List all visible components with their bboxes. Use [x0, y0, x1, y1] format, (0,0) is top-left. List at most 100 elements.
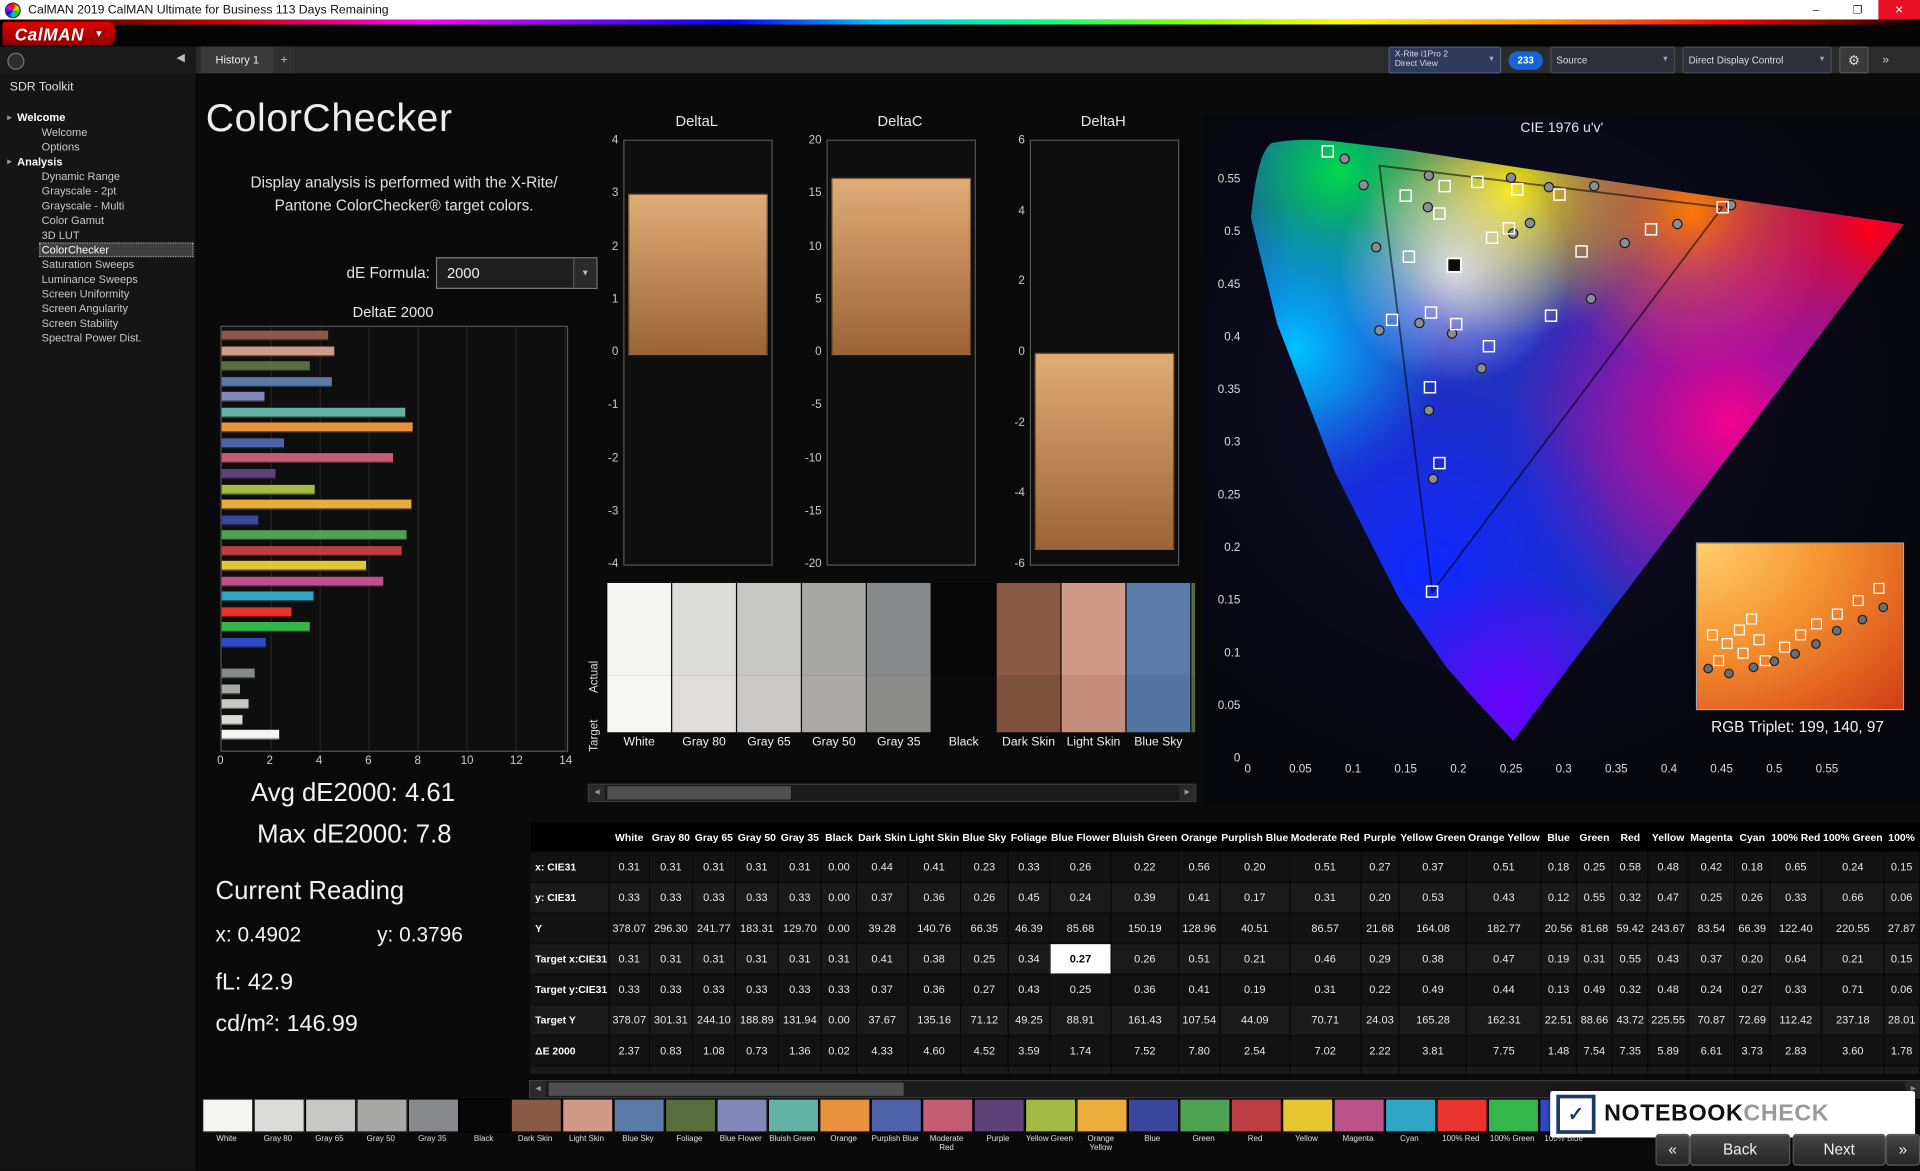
source-dropdown[interactable]: Source ▼: [1550, 46, 1676, 74]
sidebar-collapse-icon[interactable]: ◀: [176, 51, 184, 64]
table-cell[interactable]: 131.94: [777, 1004, 822, 1036]
table-cell[interactable]: 378.07: [608, 912, 650, 945]
table-cell[interactable]: 183.31: [734, 912, 779, 945]
swatch-black[interactable]: Black: [931, 582, 996, 749]
table-cell[interactable]: 24.03: [1360, 1004, 1400, 1036]
table-cell[interactable]: 0.22: [1360, 973, 1400, 1006]
table-cell[interactable]: 2.54: [1219, 1034, 1291, 1067]
table-cell[interactable]: 34.05: [1612, 1065, 1649, 1074]
patch-black[interactable]: Black: [459, 1098, 511, 1152]
calman-logo-button[interactable]: CalMAN ▾: [2, 22, 116, 46]
table-cell[interactable]: 0.64: [1769, 942, 1823, 975]
table-cell[interactable]: 66.35: [959, 912, 1009, 945]
toolbar-expand-icon[interactable]: »: [1876, 48, 1896, 72]
table-cell[interactable]: 0.25: [1575, 851, 1614, 883]
table-cell[interactable]: 135.16: [907, 1004, 962, 1036]
table-cell[interactable]: 0.27: [1733, 973, 1771, 1006]
table-cell[interactable]: 72.69: [1733, 1004, 1771, 1036]
table-cell[interactable]: 0.21: [1219, 942, 1291, 975]
swatch-gray-80[interactable]: Gray 80: [672, 582, 736, 749]
patch-yellow[interactable]: Yellow: [1282, 1098, 1334, 1152]
table-cell[interactable]: 3.73: [1733, 1034, 1771, 1067]
table-cell[interactable]: 0.38: [1398, 942, 1468, 975]
table-cell[interactable]: 85.68: [1049, 912, 1112, 945]
table-cell[interactable]: 150.19: [1110, 912, 1180, 945]
table-cell[interactable]: 0.65: [1769, 851, 1823, 883]
table-cell[interactable]: 0.45: [1007, 881, 1051, 914]
table-cell[interactable]: 49.25: [1007, 1004, 1051, 1036]
table-cell[interactable]: 0.29: [1360, 942, 1400, 975]
table-cell[interactable]: 4.48: [1049, 1065, 1112, 1074]
table-cell[interactable]: 0.00: [820, 1004, 858, 1036]
table-cell[interactable]: 7.80: [1177, 1034, 1221, 1067]
scroll-left-icon[interactable]: ◄: [530, 1081, 547, 1098]
table-cell[interactable]: 0.37: [856, 881, 909, 914]
table-cell[interactable]: 0.00: [820, 851, 858, 883]
table-cell[interactable]: 188.89: [734, 1004, 779, 1036]
sidebar-item-screen-uniformity[interactable]: Screen Uniformity: [0, 287, 196, 302]
patch-green[interactable]: Green: [1179, 1098, 1231, 1152]
table-cell[interactable]: 0.43: [1007, 973, 1051, 1006]
table-cell[interactable]: 0.32: [1612, 881, 1649, 914]
patch-magenta[interactable]: Magenta: [1333, 1098, 1385, 1152]
sidebar-section-welcome[interactable]: ▸ Welcome: [0, 110, 196, 125]
sidebar-item-options[interactable]: Options: [0, 140, 196, 155]
scroll-right-icon[interactable]: ►: [1179, 784, 1196, 801]
table-cell[interactable]: 26.86: [1110, 1065, 1180, 1074]
table-cell[interactable]: 0.33: [777, 881, 822, 914]
de-formula-dropdown[interactable]: 2000 ▼: [435, 257, 598, 289]
table-cell[interactable]: 4.60: [907, 1034, 962, 1067]
table-cell[interactable]: 0.19: [1219, 973, 1291, 1006]
table-cell[interactable]: 0.31: [1288, 973, 1362, 1006]
table-cell[interactable]: 0.17: [1219, 881, 1291, 914]
swatch-dark-skin[interactable]: Dark Skin: [996, 582, 1061, 749]
table-cell[interactable]: 70.71: [1288, 1004, 1362, 1036]
table-cell[interactable]: 244.10: [691, 1004, 736, 1036]
table-cell[interactable]: 0.41: [907, 851, 962, 883]
table-cell[interactable]: 3.60: [1821, 1034, 1885, 1067]
table-cell[interactable]: 0.18: [1733, 851, 1771, 883]
patch-foliage[interactable]: Foliage: [664, 1098, 717, 1152]
swatch-gray-65[interactable]: Gray 65: [737, 582, 801, 749]
table-cell[interactable]: 10.89: [1769, 1065, 1823, 1074]
table-cell[interactable]: 0.41: [1177, 973, 1221, 1006]
table-cell[interactable]: 140.76: [907, 912, 962, 945]
table-cell[interactable]: 0.24: [1687, 973, 1736, 1006]
table-cell[interactable]: 0.43: [1647, 942, 1689, 975]
patch-purple[interactable]: Purple: [973, 1098, 1025, 1152]
table-cell[interactable]: 0.34: [1007, 942, 1051, 975]
patch-gray-35[interactable]: Gray 35: [407, 1098, 460, 1152]
table-cell[interactable]: 35.25: [1288, 1065, 1362, 1074]
table-cell[interactable]: 2.83: [1769, 1034, 1823, 1067]
table-cell[interactable]: 15.52: [1398, 1065, 1468, 1074]
scroll-left-icon[interactable]: ◄: [588, 784, 605, 801]
table-cell[interactable]: 0.20: [1219, 851, 1291, 883]
table-cell[interactable]: 0.41: [856, 942, 909, 975]
patch-yellow-green[interactable]: Yellow Green: [1024, 1098, 1077, 1152]
sidebar-item-screen-stability[interactable]: Screen Stability: [0, 316, 196, 331]
nav-first-button[interactable]: «: [1655, 1133, 1690, 1166]
table-cell[interactable]: 4.33: [856, 1034, 909, 1067]
table-cell[interactable]: 40.51: [1219, 912, 1291, 945]
table-cell[interactable]: 1.08: [691, 1034, 736, 1067]
table-cell[interactable]: 0.36: [907, 973, 962, 1006]
table-cell[interactable]: 0.55: [1575, 881, 1614, 914]
table-cell[interactable]: 0.33: [648, 973, 693, 1006]
patch-blue[interactable]: Blue: [1127, 1098, 1180, 1152]
add-tab-button[interactable]: +: [273, 46, 296, 74]
table-cell[interactable]: 0.31: [608, 942, 650, 975]
swatch-foliage[interactable]: Foliage: [1191, 582, 1196, 750]
table-cell[interactable]: 0.24: [1049, 881, 1112, 914]
table-cell[interactable]: 1.06: [691, 1065, 736, 1074]
table-cell[interactable]: 3.81: [1398, 1034, 1468, 1067]
table-cell[interactable]: 14.82: [959, 1065, 1009, 1074]
next-button[interactable]: Next: [1792, 1133, 1886, 1166]
meter-dropdown[interactable]: X-Rite i1Pro 2 Direct View ▼: [1388, 46, 1502, 74]
table-cell[interactable]: 7.54: [1575, 1034, 1614, 1067]
table-cell[interactable]: 0.71: [1821, 973, 1885, 1006]
table-cell[interactable]: 4.52: [959, 1034, 1009, 1067]
table-cell[interactable]: 0.43: [1466, 881, 1542, 914]
table-cell[interactable]: 0.48: [1647, 851, 1689, 883]
table-cell[interactable]: 0.31: [648, 942, 693, 975]
scrollbar-thumb[interactable]: [548, 1082, 904, 1096]
